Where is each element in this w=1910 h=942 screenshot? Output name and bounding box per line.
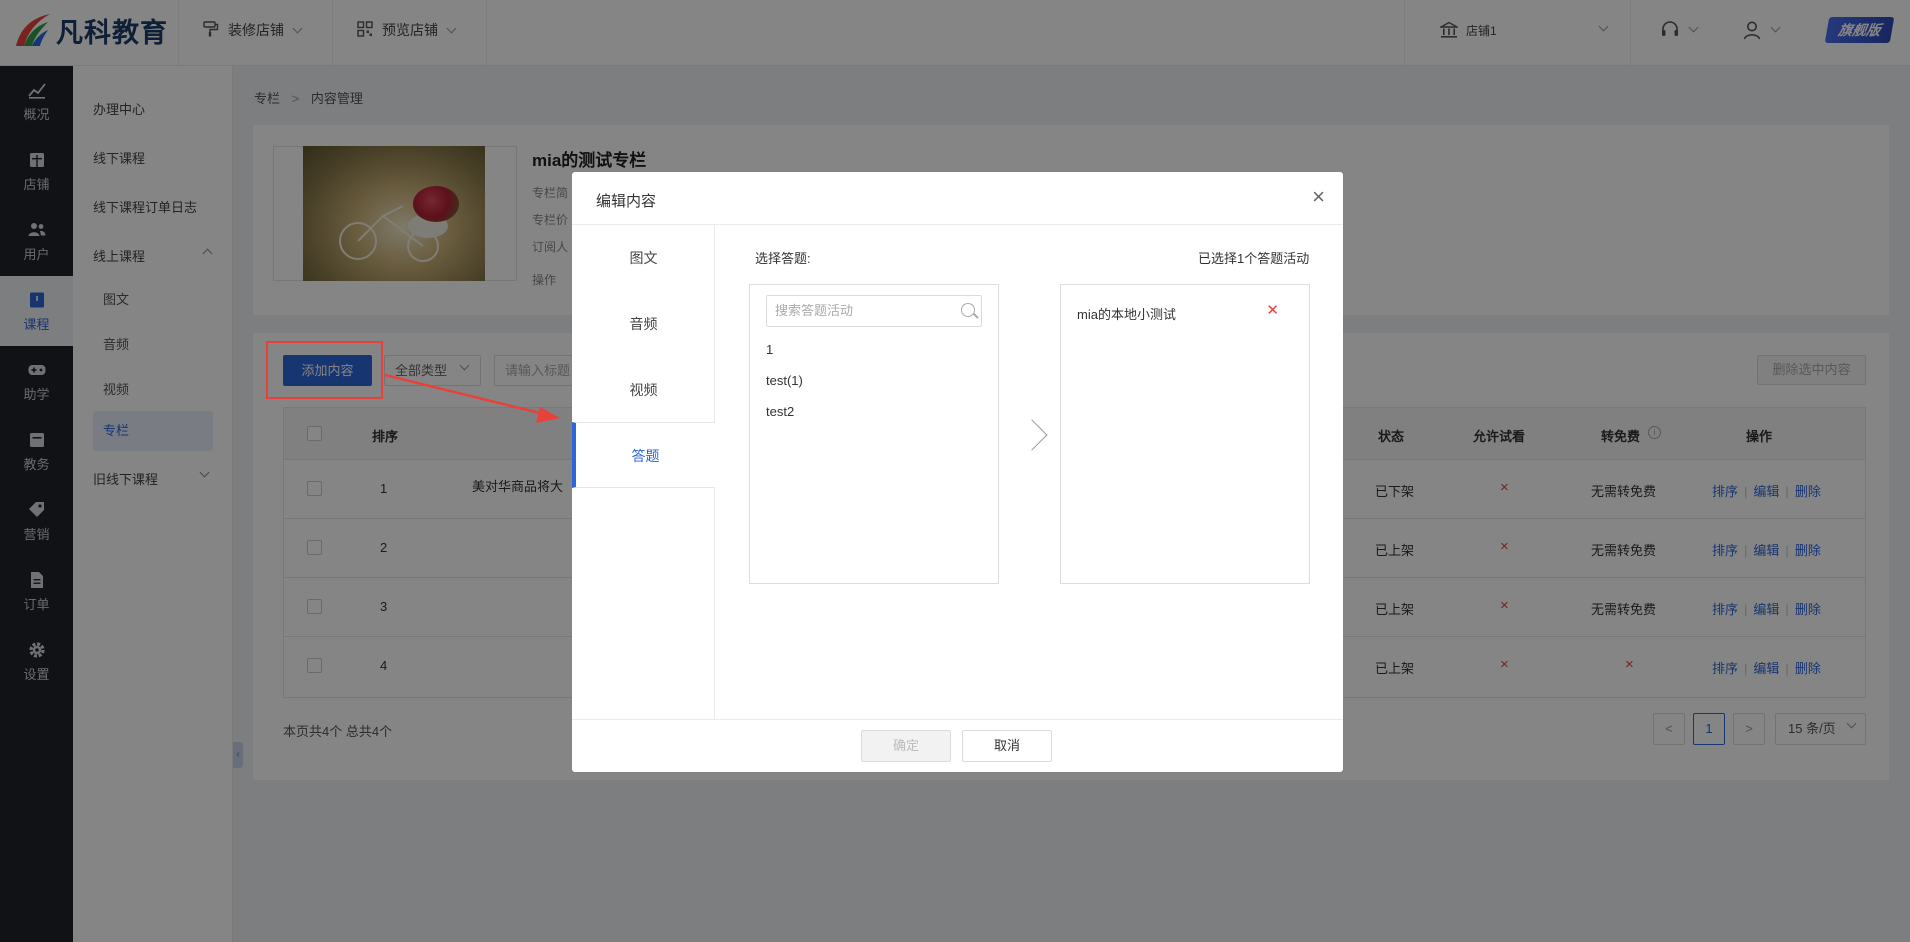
content-type-tabs: 图文 音频 视频 答题 <box>572 225 715 719</box>
edit-content-dialog: 编辑内容 × 图文 音频 视频 答题 选择答题: 已选择1个答题活动 搜索答题活… <box>572 172 1343 772</box>
tab-quiz[interactable]: 答题 <box>572 422 715 488</box>
selected-quiz-item: mia的本地小测试 <box>1077 307 1176 322</box>
cancel-button[interactable]: 取消 <box>962 730 1052 762</box>
divider <box>572 719 1343 720</box>
quiz-option[interactable]: test2 <box>766 404 794 419</box>
tab-video[interactable]: 视频 <box>572 357 715 423</box>
quiz-search-input[interactable]: 搜索答题活动 <box>766 295 982 327</box>
quiz-option[interactable]: test(1) <box>766 373 803 388</box>
close-icon[interactable]: × <box>1312 186 1325 208</box>
selected-quiz-list: mia的本地小测试 ✕ <box>1060 284 1310 584</box>
remove-selected-icon[interactable]: ✕ <box>1266 301 1279 319</box>
tab-article[interactable]: 图文 <box>572 225 715 291</box>
tab-audio[interactable]: 音频 <box>572 291 715 357</box>
dialog-title: 编辑内容 <box>596 193 657 210</box>
quiz-option[interactable]: 1 <box>766 342 773 357</box>
search-icon[interactable] <box>961 303 975 317</box>
select-quiz-label: 选择答题: <box>755 251 811 266</box>
quiz-search-placeholder: 搜索答题活动 <box>775 303 854 318</box>
selected-count: 已选择1个答题活动 <box>1198 251 1310 266</box>
transfer-arrow-icon[interactable] <box>1016 419 1048 451</box>
available-quiz-list: 搜索答题活动 1 test(1) test2 <box>749 284 999 584</box>
confirm-button[interactable]: 确定 <box>861 730 951 762</box>
